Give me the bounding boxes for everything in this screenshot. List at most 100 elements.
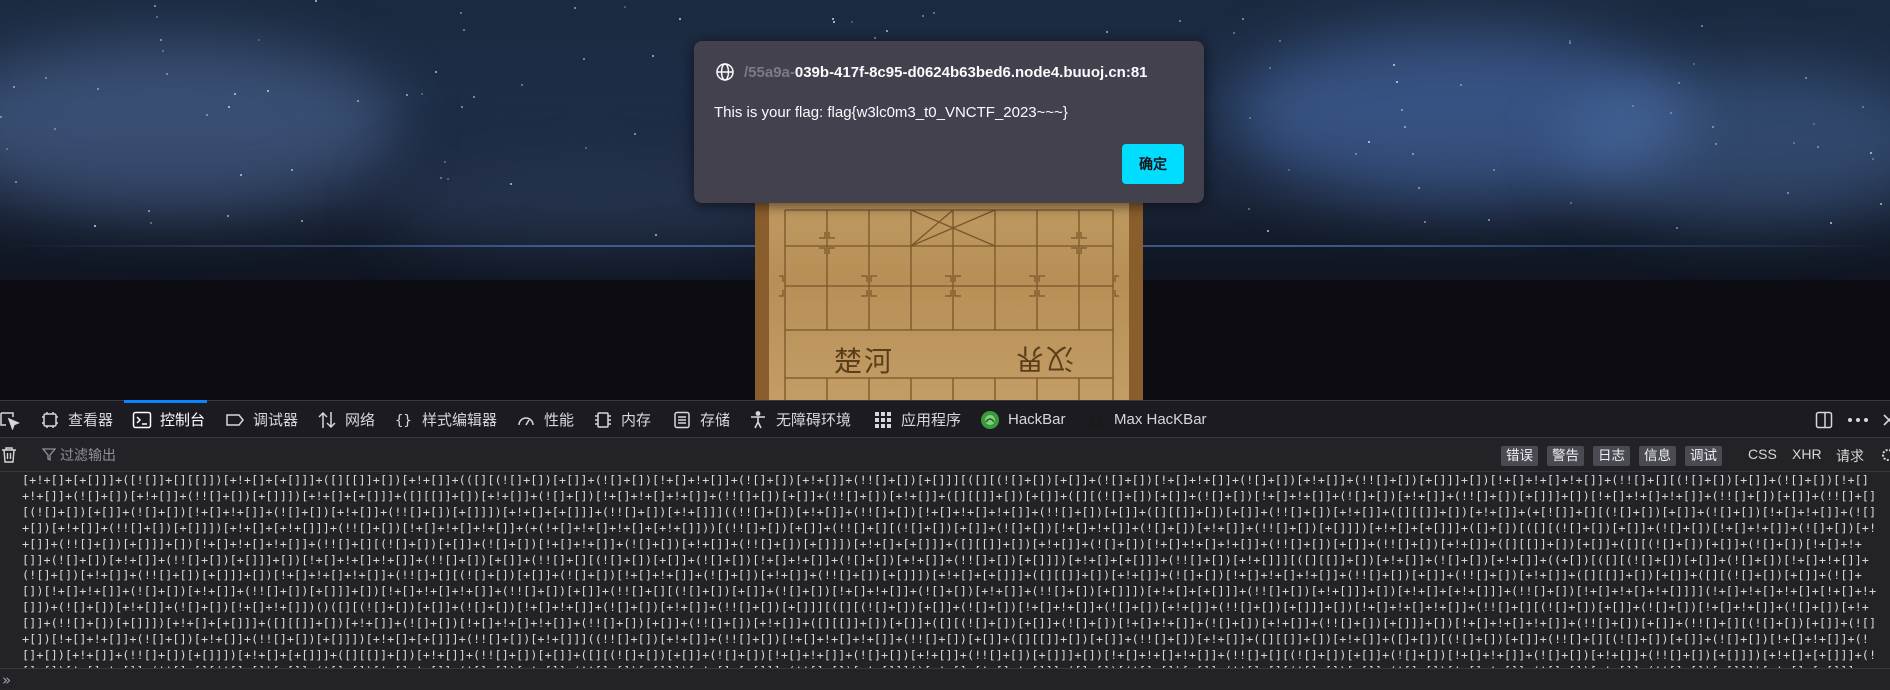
close-icon[interactable] bbox=[1883, 411, 1890, 429]
tab-application[interactable]: 应用程序 bbox=[873, 401, 961, 438]
star bbox=[1242, 18, 1244, 20]
star bbox=[1701, 25, 1703, 27]
star bbox=[886, 30, 888, 32]
star bbox=[1862, 106, 1864, 108]
console-input-line[interactable]: » bbox=[0, 668, 1890, 690]
river-label-han-jie: 汉界 bbox=[1014, 342, 1075, 375]
star bbox=[1368, 141, 1370, 143]
nebula-cloud bbox=[0, 40, 400, 210]
star bbox=[1106, 31, 1108, 33]
filter-requests-button[interactable]: 请求 bbox=[1836, 446, 1864, 466]
star bbox=[1404, 126, 1406, 128]
star bbox=[94, 225, 96, 227]
level-warnings-button[interactable]: 警告 bbox=[1547, 446, 1584, 466]
tab-console[interactable]: 控制台 bbox=[123, 400, 208, 438]
star bbox=[1870, 152, 1872, 154]
star bbox=[1813, 123, 1815, 125]
star bbox=[444, 161, 446, 163]
level-logs-button[interactable]: 日志 bbox=[1593, 446, 1630, 466]
star bbox=[1715, 143, 1717, 145]
tab-hackbar[interactable]: HackBar bbox=[980, 401, 1066, 438]
console-filter-bar: 过滤输出 错误 警告 日志 信息 调试 CSS XHR 请求 bbox=[0, 438, 1890, 472]
star bbox=[1401, 109, 1403, 111]
star bbox=[206, 114, 208, 116]
star bbox=[874, 37, 876, 39]
star bbox=[1676, 227, 1678, 229]
chess-board[interactable]: 楚河 汉界 bbox=[755, 196, 1143, 400]
alert-ok-button[interactable]: 确定 bbox=[1122, 144, 1184, 184]
tab-performance[interactable]: 性能 bbox=[516, 401, 574, 438]
star bbox=[1288, 169, 1290, 171]
alert-message: This is your flag: flag{w3lc0m3_t0_VNCTF… bbox=[714, 104, 1068, 121]
tab-accessibility[interactable]: 无障碍环境 bbox=[748, 401, 851, 438]
network-icon bbox=[317, 410, 337, 430]
filter-xhr-button[interactable]: XHR bbox=[1792, 446, 1822, 462]
style-editor-icon: {} bbox=[394, 410, 414, 430]
lock-icon bbox=[1086, 410, 1106, 430]
river-label-chu-he: 楚河 bbox=[834, 345, 895, 378]
filter-css-button[interactable]: CSS bbox=[1748, 446, 1777, 462]
star bbox=[258, 39, 260, 41]
star bbox=[652, 55, 654, 57]
tab-max-hackbar[interactable]: Max HacKBar bbox=[1086, 401, 1207, 438]
star bbox=[1830, 222, 1832, 224]
star bbox=[510, 183, 512, 185]
star bbox=[1424, 221, 1426, 223]
dock-side-icon[interactable] bbox=[1815, 411, 1833, 429]
level-errors-button[interactable]: 错误 bbox=[1501, 446, 1538, 466]
element-picker-icon[interactable] bbox=[0, 410, 20, 430]
star bbox=[406, 94, 408, 96]
star bbox=[267, 90, 269, 92]
game-viewport: 楚河 汉界 /55a9a-039b-417f-8c95-d0624b63bed6… bbox=[0, 0, 1890, 400]
tab-network[interactable]: 网络 bbox=[317, 401, 375, 438]
star bbox=[833, 21, 835, 23]
star bbox=[6, 148, 8, 150]
tab-style-editor[interactable]: {} 样式编辑器 bbox=[394, 401, 497, 438]
tab-label: 样式编辑器 bbox=[422, 412, 498, 429]
star bbox=[1460, 84, 1462, 86]
star bbox=[1570, 202, 1572, 204]
star bbox=[440, 177, 442, 179]
console-icon bbox=[132, 410, 152, 430]
star bbox=[1393, 64, 1395, 66]
star bbox=[1249, 117, 1251, 119]
star bbox=[473, 96, 475, 98]
filter-output-input[interactable]: 过滤输出 bbox=[60, 445, 116, 465]
alert-origin-url-host: 039b-417f-8c95-d0624b63bed6.node4.buuoj.… bbox=[794, 63, 1148, 81]
tab-memory[interactable]: 内存 bbox=[593, 401, 651, 438]
star bbox=[1279, 40, 1281, 42]
star bbox=[1269, 67, 1271, 69]
star bbox=[227, 215, 229, 217]
tab-label: 无障碍环境 bbox=[776, 412, 852, 429]
star bbox=[240, 174, 242, 176]
star bbox=[45, 77, 47, 79]
star bbox=[1670, 112, 1672, 114]
tab-storage[interactable]: 存储 bbox=[672, 401, 730, 438]
star bbox=[585, 147, 587, 149]
star bbox=[1693, 63, 1695, 65]
star bbox=[435, 71, 437, 73]
trash-icon[interactable] bbox=[0, 446, 18, 464]
prompt-chevron-icon: » bbox=[2, 671, 11, 689]
star bbox=[1418, 187, 1420, 189]
star bbox=[150, 222, 152, 224]
settings-gear-icon[interactable] bbox=[1880, 447, 1890, 463]
svg-text:{}: {} bbox=[395, 413, 412, 429]
tab-debugger[interactable]: 调试器 bbox=[225, 401, 298, 438]
hackbar-icon bbox=[980, 410, 1000, 430]
star bbox=[156, 16, 158, 18]
star bbox=[463, 29, 465, 31]
level-info-button[interactable]: 信息 bbox=[1639, 446, 1676, 466]
star bbox=[1396, 81, 1398, 83]
tab-inspector[interactable]: 查看器 bbox=[40, 401, 113, 438]
star bbox=[447, 178, 449, 180]
inspector-icon bbox=[40, 410, 60, 430]
browser-page: 楚河 汉界 /55a9a-039b-417f-8c95-d0624b63bed6… bbox=[0, 0, 1890, 690]
star bbox=[1569, 42, 1571, 44]
level-debug-button[interactable]: 调试 bbox=[1685, 446, 1722, 466]
star bbox=[1712, 126, 1714, 128]
star bbox=[166, 73, 168, 75]
more-options-icon[interactable] bbox=[1847, 411, 1869, 429]
devtools-panel: 查看器 控制台 调试器 网络 {} 样式编辑器 性能 内存 存储 无障碍环境 应… bbox=[0, 400, 1890, 690]
star bbox=[1817, 146, 1819, 148]
